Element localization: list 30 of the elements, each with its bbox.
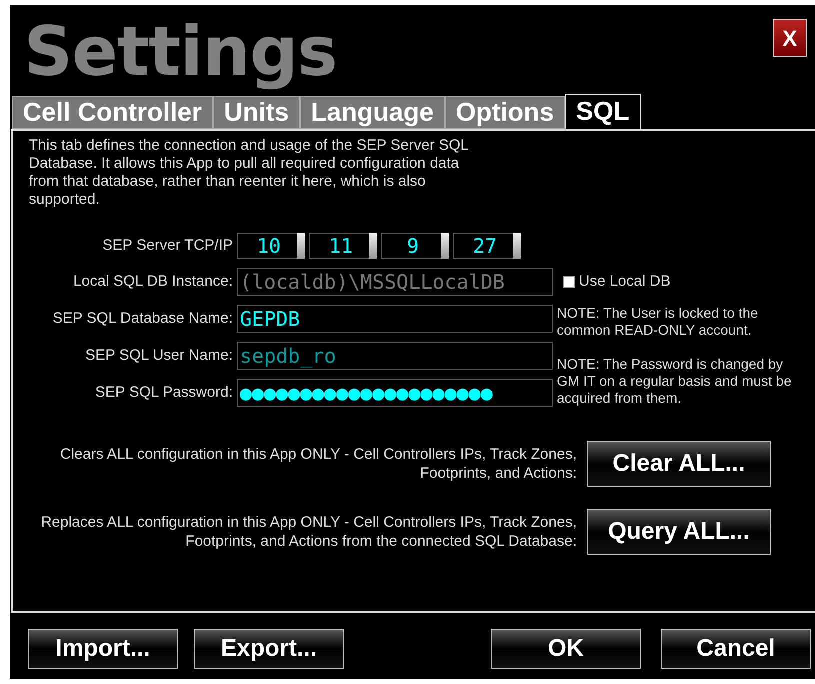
tab[interactable]: Units xyxy=(213,96,300,129)
action-description: Replaces ALL configuration in this App ONLY - Cell Controllers IPs, Track Zones, Footprints, and Actions from the connected SQL Database: xyxy=(40,513,577,551)
action-button[interactable]: Clear ALL... xyxy=(587,441,771,487)
footer-button[interactable]: Import... xyxy=(28,629,178,669)
field-label: SEP SQL User Name: xyxy=(84,346,233,366)
tab[interactable]: Cell Controller xyxy=(12,96,214,129)
field-label: SEP SQL Password: xyxy=(94,382,233,403)
window-title: Settings xyxy=(23,12,337,94)
field-label: SEP SQL Database Name: xyxy=(52,308,233,329)
tab[interactable]: Options xyxy=(444,96,566,129)
action-description: Clears ALL configuration in this App ONLY - Cell Controllers IPs, Track Zones, Footprints, and Actions: xyxy=(59,445,577,483)
note-text: NOTE: The Password is changed by GM IT on a regular basis and must be acquired from them. xyxy=(557,356,792,406)
field-label: Local SQL DB Instance: xyxy=(72,272,233,292)
spinner-control[interactable] xyxy=(441,233,449,259)
footer-button[interactable]: Export... xyxy=(194,629,344,669)
tab[interactable]: SQL xyxy=(565,94,641,129)
footer-button[interactable]: Cancel xyxy=(661,629,811,669)
input-field[interactable]: GEPDB xyxy=(237,305,553,333)
checkbox-label: Use Local DB xyxy=(579,272,671,292)
note-text: NOTE: The User is locked to the common READ-ONLY account. xyxy=(557,305,760,339)
spinner-control[interactable] xyxy=(513,233,521,259)
footer-button[interactable]: OK xyxy=(491,629,641,669)
close-button[interactable]: X xyxy=(773,19,807,57)
password-field[interactable]: ●●●●●●●●●●●●●●●●●●●●● xyxy=(237,379,553,407)
tab[interactable]: Language xyxy=(300,96,445,129)
description-text: This tab defines the connection and usage of the SEP Server SQL Database. It allows this App to pull all required configuration data from that database, rather than reenter it here, which is also supported. xyxy=(28,136,470,209)
spinner-control[interactable] xyxy=(369,233,377,259)
field-label: SEP Server TCP/IP xyxy=(102,236,233,256)
spinner-control[interactable] xyxy=(297,233,305,259)
action-button[interactable]: Query ALL... xyxy=(587,509,771,555)
